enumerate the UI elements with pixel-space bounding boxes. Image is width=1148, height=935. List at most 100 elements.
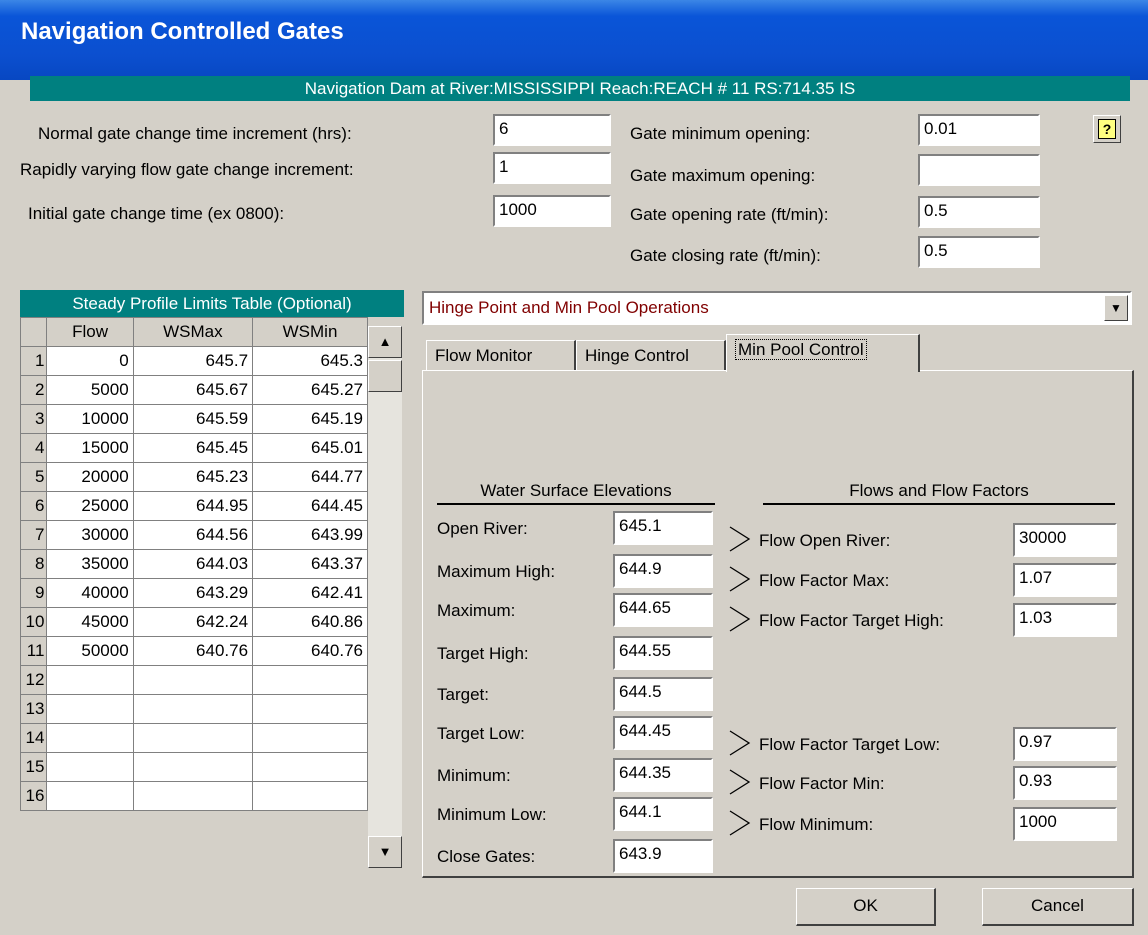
cell-wsmax[interactable] bbox=[132, 752, 254, 782]
scroll-down-button[interactable]: ▼ bbox=[368, 836, 402, 868]
cell-wsmax[interactable]: 645.59 bbox=[132, 404, 254, 434]
table-row[interactable]: 10 45000 642.24 640.86 bbox=[19, 607, 368, 637]
table-row[interactable]: 1 0 645.7 645.3 bbox=[19, 346, 368, 376]
rapid-increment-field[interactable]: 1 bbox=[493, 152, 611, 184]
cell-flow[interactable] bbox=[46, 723, 134, 753]
cell-flow[interactable]: 0 bbox=[46, 346, 134, 376]
cell-wsmin[interactable]: 645.27 bbox=[252, 375, 368, 405]
table-row[interactable]: 16 bbox=[19, 781, 368, 811]
table-row[interactable]: 5 20000 645.23 644.77 bbox=[19, 462, 368, 492]
column-header-wsmax[interactable]: WSMax bbox=[132, 317, 254, 347]
tab-hinge-control[interactable]: Hinge Control bbox=[576, 340, 726, 372]
cell-wsmin[interactable] bbox=[252, 723, 368, 753]
wse-field[interactable]: 643.9 bbox=[613, 839, 713, 873]
table-scrollbar[interactable]: ▲ ▼ bbox=[368, 326, 402, 868]
closing-rate-field[interactable]: 0.5 bbox=[918, 236, 1040, 268]
scroll-up-button[interactable]: ▲ bbox=[368, 326, 402, 358]
cell-wsmin[interactable]: 644.77 bbox=[252, 462, 368, 492]
cell-wsmax[interactable]: 642.24 bbox=[132, 607, 254, 637]
table-row[interactable]: 6 25000 644.95 644.45 bbox=[19, 491, 368, 521]
flow-field[interactable]: 1.03 bbox=[1013, 603, 1117, 637]
cell-wsmax[interactable] bbox=[132, 694, 254, 724]
cell-flow[interactable]: 50000 bbox=[46, 636, 134, 666]
tab-min-pool-control[interactable]: Min Pool Control bbox=[726, 334, 920, 372]
cell-wsmin[interactable] bbox=[252, 752, 368, 782]
wse-field[interactable]: 644.65 bbox=[613, 593, 713, 627]
wse-field[interactable]: 644.55 bbox=[613, 636, 713, 670]
cell-wsmax[interactable]: 643.29 bbox=[132, 578, 254, 608]
flow-field[interactable]: 30000 bbox=[1013, 523, 1117, 557]
cell-flow[interactable] bbox=[46, 752, 134, 782]
cell-wsmax[interactable]: 645.45 bbox=[132, 433, 254, 463]
cell-wsmin[interactable] bbox=[252, 665, 368, 695]
cell-wsmax[interactable]: 644.56 bbox=[132, 520, 254, 550]
table-row[interactable]: 11 50000 640.76 640.76 bbox=[19, 636, 368, 666]
wse-field[interactable]: 644.45 bbox=[613, 716, 713, 750]
title-bar[interactable]: Navigation Controlled Gates bbox=[0, 0, 1148, 80]
cell-flow[interactable]: 35000 bbox=[46, 549, 134, 579]
flow-field[interactable]: 1.07 bbox=[1013, 563, 1117, 597]
cell-flow[interactable] bbox=[46, 665, 134, 695]
cell-wsmin[interactable]: 645.3 bbox=[252, 346, 368, 376]
chevron-down-icon[interactable]: ▼ bbox=[1104, 295, 1128, 321]
cell-wsmin[interactable] bbox=[252, 694, 368, 724]
cell-wsmin[interactable]: 644.45 bbox=[252, 491, 368, 521]
cancel-button[interactable]: Cancel bbox=[982, 888, 1134, 926]
cell-wsmin[interactable]: 645.01 bbox=[252, 433, 368, 463]
table-row[interactable]: 7 30000 644.56 643.99 bbox=[19, 520, 368, 550]
scroll-thumb[interactable] bbox=[368, 360, 402, 392]
flow-field[interactable]: 1000 bbox=[1013, 807, 1117, 841]
cell-flow[interactable] bbox=[46, 781, 134, 811]
profile-table[interactable]: Flow WSMax WSMin 1 0 645.7 645.3 2 5000 645.67… bbox=[19, 317, 368, 811]
wse-field[interactable]: 644.9 bbox=[613, 554, 713, 588]
table-row[interactable]: 14 bbox=[19, 723, 368, 753]
cell-wsmin[interactable] bbox=[252, 781, 368, 811]
cell-wsmin[interactable]: 643.99 bbox=[252, 520, 368, 550]
help-button[interactable]: ? bbox=[1093, 115, 1121, 143]
wse-field[interactable]: 645.1 bbox=[613, 511, 713, 545]
table-row[interactable]: 3 10000 645.59 645.19 bbox=[19, 404, 368, 434]
tab-flow-monitor[interactable]: Flow Monitor bbox=[426, 340, 576, 372]
opening-rate-field[interactable]: 0.5 bbox=[918, 196, 1040, 228]
cell-flow[interactable]: 45000 bbox=[46, 607, 134, 637]
cell-wsmax[interactable]: 644.95 bbox=[132, 491, 254, 521]
cell-wsmin[interactable]: 643.37 bbox=[252, 549, 368, 579]
cell-flow[interactable]: 5000 bbox=[46, 375, 134, 405]
table-row[interactable]: 15 bbox=[19, 752, 368, 782]
cell-wsmax[interactable]: 645.7 bbox=[132, 346, 254, 376]
cell-wsmax[interactable] bbox=[132, 723, 254, 753]
normal-increment-field[interactable]: 6 bbox=[493, 114, 611, 146]
cell-wsmin[interactable]: 640.76 bbox=[252, 636, 368, 666]
table-row[interactable]: 13 bbox=[19, 694, 368, 724]
cell-wsmax[interactable]: 645.23 bbox=[132, 462, 254, 492]
cell-flow[interactable] bbox=[46, 694, 134, 724]
max-opening-field[interactable] bbox=[918, 154, 1040, 186]
operation-select[interactable]: Hinge Point and Min Pool Operations ▼ bbox=[422, 291, 1132, 325]
table-row[interactable]: 2 5000 645.67 645.27 bbox=[19, 375, 368, 405]
wse-field[interactable]: 644.5 bbox=[613, 677, 713, 711]
min-opening-field[interactable]: 0.01 bbox=[918, 114, 1040, 146]
cell-flow[interactable]: 40000 bbox=[46, 578, 134, 608]
ok-button[interactable]: OK bbox=[796, 888, 936, 926]
cell-flow[interactable]: 25000 bbox=[46, 491, 134, 521]
table-row[interactable]: 8 35000 644.03 643.37 bbox=[19, 549, 368, 579]
cell-wsmax[interactable] bbox=[132, 665, 254, 695]
cell-wsmin[interactable]: 642.41 bbox=[252, 578, 368, 608]
flow-field[interactable]: 0.93 bbox=[1013, 766, 1117, 800]
wse-field[interactable]: 644.35 bbox=[613, 758, 713, 792]
table-row[interactable]: 12 bbox=[19, 665, 368, 695]
cell-wsmax[interactable]: 640.76 bbox=[132, 636, 254, 666]
flow-field[interactable]: 0.97 bbox=[1013, 727, 1117, 761]
column-header-wsmin[interactable]: WSMin bbox=[252, 317, 368, 347]
cell-wsmax[interactable]: 644.03 bbox=[132, 549, 254, 579]
cell-wsmin[interactable]: 645.19 bbox=[252, 404, 368, 434]
cell-flow[interactable]: 20000 bbox=[46, 462, 134, 492]
cell-wsmax[interactable] bbox=[132, 781, 254, 811]
initial-time-field[interactable]: 1000 bbox=[493, 195, 611, 227]
table-row[interactable]: 4 15000 645.45 645.01 bbox=[19, 433, 368, 463]
cell-flow[interactable]: 10000 bbox=[46, 404, 134, 434]
cell-wsmin[interactable]: 640.86 bbox=[252, 607, 368, 637]
table-row[interactable]: 9 40000 643.29 642.41 bbox=[19, 578, 368, 608]
cell-flow[interactable]: 15000 bbox=[46, 433, 134, 463]
column-header-flow[interactable]: Flow bbox=[46, 317, 134, 347]
